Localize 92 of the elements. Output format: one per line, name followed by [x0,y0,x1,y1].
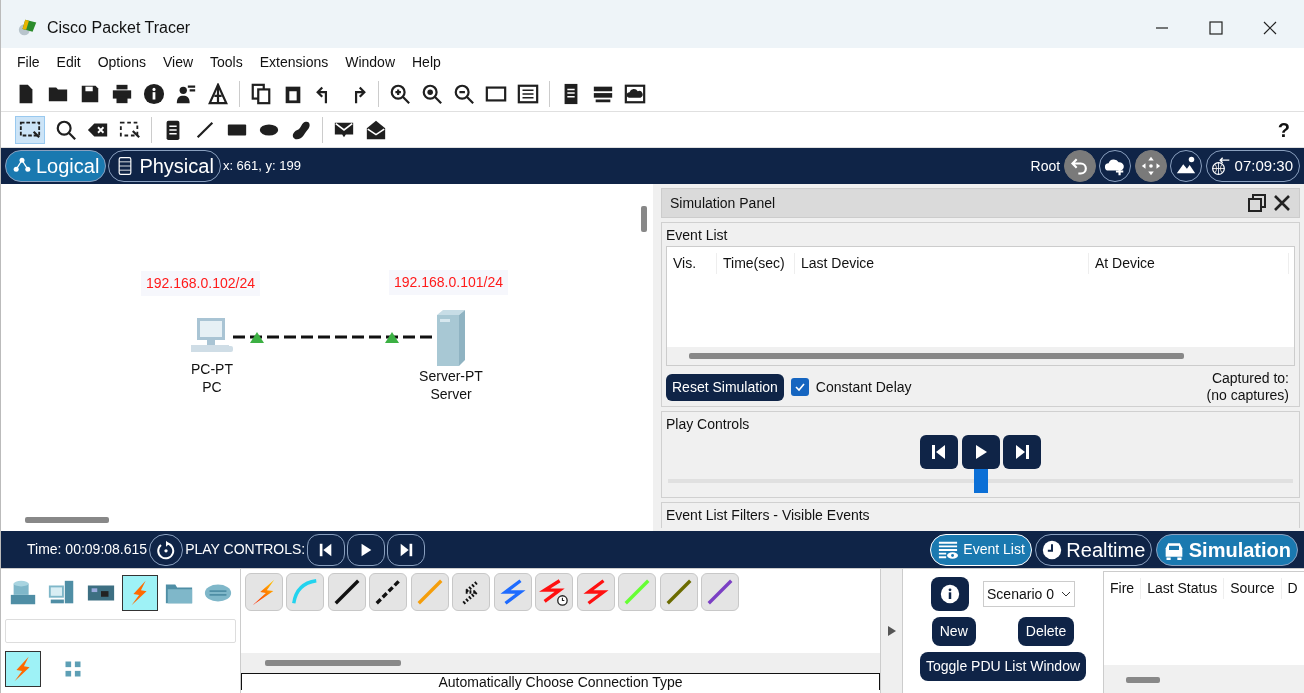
info-button[interactable] [930,577,969,611]
skip-forward-icon [1013,443,1031,461]
workspace-tab[interactable]: Logical [5,150,107,182]
info-icon[interactable] [143,82,165,105]
mode-tab[interactable]: Simulation [1155,533,1298,566]
help-button[interactable]: ? [1277,114,1290,145]
captured-label: Captured to: [1211,370,1289,386]
maximize-icon[interactable] [1208,20,1224,36]
play-button[interactable] [347,533,386,566]
forward-button[interactable] [387,533,426,566]
menu-item[interactable]: Options [89,51,155,73]
time-text: Time: 00:09:08.615 [27,540,148,559]
event-list-button[interactable]: Event List [930,533,1032,566]
back-button[interactable] [1063,150,1096,182]
column-header[interactable]: Last Status [1141,578,1225,599]
restore-window-icon[interactable] [1248,194,1266,212]
device-name-label: Server [430,386,472,402]
checkbox-label: Constant Delay [815,377,912,397]
search-field[interactable] [5,619,236,643]
category-button[interactable] [122,575,158,611]
vertical-scrollbar[interactable] [641,206,647,232]
info-icon [939,584,960,604]
reset-simulation-button[interactable]: Reset Simulation [666,373,784,401]
delete-button[interactable]: Delete [1017,617,1075,646]
close-icon[interactable] [1273,194,1291,212]
copy-icon[interactable] [250,82,272,105]
skip-back-icon [930,443,948,461]
menu-item[interactable]: Edit [48,51,90,73]
panel-title: Simulation Panel [670,193,776,213]
printer-icon[interactable] [111,82,133,105]
horizontal-scrollbar[interactable] [689,353,1184,359]
zoom-in-icon[interactable] [389,82,411,105]
clock-icon [1042,539,1063,560]
zoom-reset-icon[interactable] [421,82,443,105]
menu-item[interactable]: File [9,51,49,73]
back-arrow-icon [1069,156,1090,176]
open-envelope-icon[interactable] [365,118,387,141]
column-header[interactable]: At Device [1089,253,1289,274]
device-model-label: Server-PT [419,368,483,384]
section-title: Event List Filters - Visible Events [666,507,870,523]
toggle-pdu-list-button[interactable]: Toggle PDU List Window [919,652,1087,681]
slider-thumb[interactable] [973,469,988,493]
back-button[interactable] [307,533,346,566]
device-name-label: PC [202,379,222,395]
back-button[interactable] [920,435,958,469]
move-button[interactable] [1134,150,1167,182]
new-button[interactable]: New [931,617,976,646]
check-icon [793,381,806,393]
column-header[interactable]: Source [1224,578,1282,599]
refresh-icon [156,539,177,560]
ip-address-label: 192.168.0.101/24 [389,270,508,295]
column-header[interactable]: D [1281,578,1304,599]
horizontal-scrollbar[interactable] [1126,677,1160,683]
window-title: Cisco Packet Tracer [47,18,191,38]
skip-forward-icon [398,541,415,558]
column-header[interactable]: Time(sec) [717,253,795,274]
select-tool-button[interactable] [15,115,45,144]
pyramid-icon[interactable] [207,82,229,105]
menu-item[interactable]: Window [337,51,404,73]
play-controls-label: PLAY CONTROLS: [185,540,306,559]
column-header[interactable]: Last Device [795,253,1089,274]
ip-address-label: 192.168.0.102/24 [141,271,260,296]
search-icon[interactable] [55,118,77,141]
zoom-out-icon[interactable] [453,82,475,105]
menu-item[interactable]: Tools [202,51,252,73]
connection-type-caption: Automatically Choose Connection Type [241,673,880,690]
chevron-down-icon [1060,590,1071,598]
horizontal-scrollbar[interactable] [25,517,109,523]
expand-arrow-icon[interactable] [886,625,897,637]
horizontal-scrollbar[interactable] [265,660,401,666]
scenario-dropdown[interactable]: Scenario 0 [982,581,1076,607]
globe-icon [1210,156,1231,176]
device-model-label: PC-PT [191,361,233,377]
coordinates-text: x: 661, y: 199 [222,157,301,176]
play-button[interactable] [961,435,1000,469]
column-header[interactable]: Fire [1104,578,1142,599]
constant-delay-checkbox[interactable] [790,378,809,396]
cloud-image-icon[interactable] [624,82,646,105]
category-button[interactable] [5,651,41,687]
captured-value: (no captures) [1206,387,1289,403]
list-view-icon [937,539,960,560]
close-icon[interactable] [1262,20,1278,36]
menu-item[interactable]: Help [404,51,450,73]
section-title: Event List [666,227,728,243]
move-arrows-icon [1139,155,1162,177]
list-icon[interactable] [517,82,539,105]
menu-item[interactable]: Extensions [251,51,338,73]
location-text: Root [1030,156,1061,176]
section-title: Play Controls [666,416,750,432]
menu-item[interactable]: View [154,51,203,73]
forward-button[interactable] [1003,435,1041,469]
column-header[interactable]: Vis. [667,253,717,274]
